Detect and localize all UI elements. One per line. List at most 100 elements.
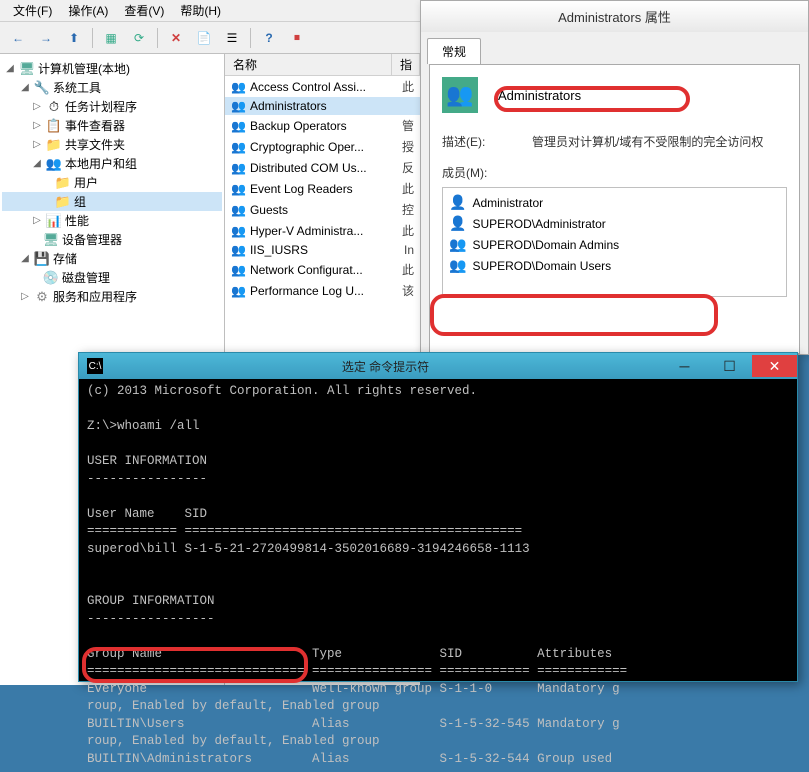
list-item[interactable]: 👥Backup Operators管	[225, 115, 420, 136]
list-item-label: Event Log Readers	[250, 182, 353, 196]
stop-icon: ⏹	[294, 30, 300, 45]
back-button[interactable]: ←	[6, 26, 30, 50]
list-item-label: Network Configurat...	[250, 263, 363, 277]
cmd-output[interactable]: (c) 2013 Microsoft Corporation. All righ…	[79, 379, 797, 772]
member-item[interactable]: 👤Administrator	[447, 192, 782, 213]
expander-icon[interactable]: ◢	[19, 82, 31, 93]
folder-icon: 📁	[46, 137, 62, 153]
menu-help[interactable]: 帮助(H)	[172, 0, 229, 21]
member-label: SUPEROD\Domain Users	[472, 259, 611, 273]
group-icon: 👥	[449, 257, 466, 274]
menu-view[interactable]: 查看(V)	[116, 0, 172, 21]
list-item[interactable]: 👥Event Log Readers此	[225, 178, 420, 199]
list-item[interactable]: 👥Hyper-V Administra...此	[225, 220, 420, 241]
tree-label: 本地用户和组	[65, 155, 137, 172]
tree-label: 共享文件夹	[65, 136, 125, 153]
group-icon: 👥	[231, 140, 246, 154]
tree-label: 性能	[65, 212, 89, 229]
forward-button[interactable]: →	[34, 26, 58, 50]
list-item-desc: In	[404, 243, 414, 257]
tree-event-viewer[interactable]: ▷ 📋 事件查看器	[2, 116, 222, 135]
list-header: 名称 指	[225, 54, 420, 76]
member-item[interactable]: 👤SUPEROD\Administrator	[447, 213, 782, 234]
list-item-desc: 反	[402, 159, 414, 176]
minimize-button[interactable]: ─	[662, 355, 707, 377]
list-item-label: Cryptographic Oper...	[250, 140, 364, 154]
col-name[interactable]: 名称	[225, 54, 392, 75]
list-item[interactable]: 👥Guests控	[225, 199, 420, 220]
list-item[interactable]: 👥 Network Configurat... 此	[225, 259, 420, 280]
description-label: 描述(E):	[442, 133, 532, 150]
expander-icon[interactable]: ▷	[31, 101, 43, 112]
tree-label: 存储	[53, 250, 77, 267]
group-icon: 👥	[231, 161, 246, 175]
expander-icon[interactable]: ◢	[19, 253, 31, 264]
expander-icon[interactable]: ▷	[31, 139, 43, 150]
tab-general[interactable]: 常规	[427, 38, 481, 64]
list-item-desc: 此	[402, 78, 414, 95]
expander-icon[interactable]: ◢	[4, 63, 16, 74]
group-icon: 👥	[231, 263, 246, 277]
tree-local-users-groups[interactable]: ◢ 👥 本地用户和组	[2, 154, 222, 173]
description-value[interactable]: 管理员对计算机/域有不受限制的完全访问权	[532, 133, 787, 150]
menu-file[interactable]: 文件(F)	[5, 0, 60, 21]
list-item-desc: 此	[402, 180, 414, 197]
cmd-window: C:\ 选定 命令提示符 ─ ☐ ✕ (c) 2013 Microsoft Co…	[78, 352, 798, 682]
col-desc[interactable]: 指	[392, 54, 420, 75]
list-item-label: Performance Log U...	[250, 284, 364, 298]
tree-storage[interactable]: ◢ 💾 存储	[2, 249, 222, 268]
list-button[interactable]: ☰	[220, 26, 244, 50]
tree-system-tools[interactable]: ◢ 🔧 系统工具	[2, 78, 222, 97]
props-button[interactable]: ▦	[99, 26, 123, 50]
export-icon: 📄	[197, 31, 212, 45]
tree-shared-folders[interactable]: ▷ 📁 共享文件夹	[2, 135, 222, 154]
refresh-button[interactable]: ⟳	[127, 26, 151, 50]
stop-button[interactable]: ⏹	[285, 26, 309, 50]
group-icon: 👥	[231, 119, 246, 133]
export-button[interactable]: 📄	[192, 26, 216, 50]
tree-groups[interactable]: 📁 组	[2, 192, 222, 211]
list-item[interactable]: 👥IIS_IUSRSIn	[225, 241, 420, 259]
group-icon: 👥	[231, 203, 246, 217]
computer-icon: 🖥	[19, 61, 35, 77]
tree-performance[interactable]: ▷ 📊 性能	[2, 211, 222, 230]
tree-task-scheduler[interactable]: ▷ ⏱ 任务计划程序	[2, 97, 222, 116]
tree-services-apps[interactable]: ▷ ⚙ 服务和应用程序	[2, 287, 222, 306]
list-item-label: Distributed COM Us...	[250, 161, 367, 175]
list-items: 👥Access Control Assi...此👥Administrators👥…	[225, 76, 420, 301]
members-list[interactable]: 👤Administrator👤SUPEROD\Administrator👥SUP…	[442, 187, 787, 297]
delete-button[interactable]: ✕	[164, 26, 188, 50]
list-item-desc: 授	[402, 138, 414, 155]
menu-action[interactable]: 操作(A)	[60, 0, 116, 21]
nav-tree: ◢ 🖥 计算机管理(本地) ◢ 🔧 系统工具 ▷ ⏱ 任务计划程序 ▷ 📋 事件	[0, 54, 224, 311]
tree-disk-management[interactable]: 💿 磁盘管理	[2, 268, 222, 287]
list-item[interactable]: 👥 Cryptographic Oper... 授	[225, 136, 420, 157]
maximize-button[interactable]: ☐	[707, 355, 752, 377]
tree-users[interactable]: 📁 用户	[2, 173, 222, 192]
up-button[interactable]: ⬆	[62, 26, 86, 50]
close-button[interactable]: ✕	[752, 355, 797, 377]
group-icon: 👥	[231, 99, 246, 113]
tree-root[interactable]: ◢ 🖥 计算机管理(本地)	[2, 59, 222, 78]
member-item[interactable]: 👥SUPEROD\Domain Admins	[447, 234, 782, 255]
list-item[interactable]: 👥 Distributed COM Us... 反	[225, 157, 420, 178]
list-item[interactable]: 👥Performance Log U...该	[225, 280, 420, 301]
help-button[interactable]: ?	[257, 26, 281, 50]
gear-icon: ⚙	[34, 289, 50, 305]
clock-icon: ⏱	[46, 99, 62, 115]
list-item[interactable]: 👥Administrators	[225, 97, 420, 115]
list-item[interactable]: 👥Access Control Assi...此	[225, 76, 420, 97]
expander-icon[interactable]: ▷	[31, 215, 43, 226]
cmd-title-bar[interactable]: C:\ 选定 命令提示符 ─ ☐ ✕	[79, 353, 797, 379]
expander-icon[interactable]: ▷	[19, 291, 31, 302]
member-item[interactable]: 👥 SUPEROD\Domain Users	[447, 255, 782, 276]
cmd-icon: C:\	[87, 358, 103, 374]
group-large-icon: 👥	[442, 77, 478, 113]
list-item-label: Hyper-V Administra...	[250, 224, 363, 238]
forward-icon: →	[40, 31, 52, 45]
properties-body: 👥 Administrators 描述(E): 管理员对计算机/域有不受限制的完…	[429, 64, 800, 354]
expander-icon[interactable]: ▷	[31, 120, 43, 131]
list-item-desc: 此	[402, 261, 414, 278]
tree-device-manager[interactable]: 🖥 设备管理器	[2, 230, 222, 249]
expander-icon[interactable]: ◢	[31, 158, 43, 169]
